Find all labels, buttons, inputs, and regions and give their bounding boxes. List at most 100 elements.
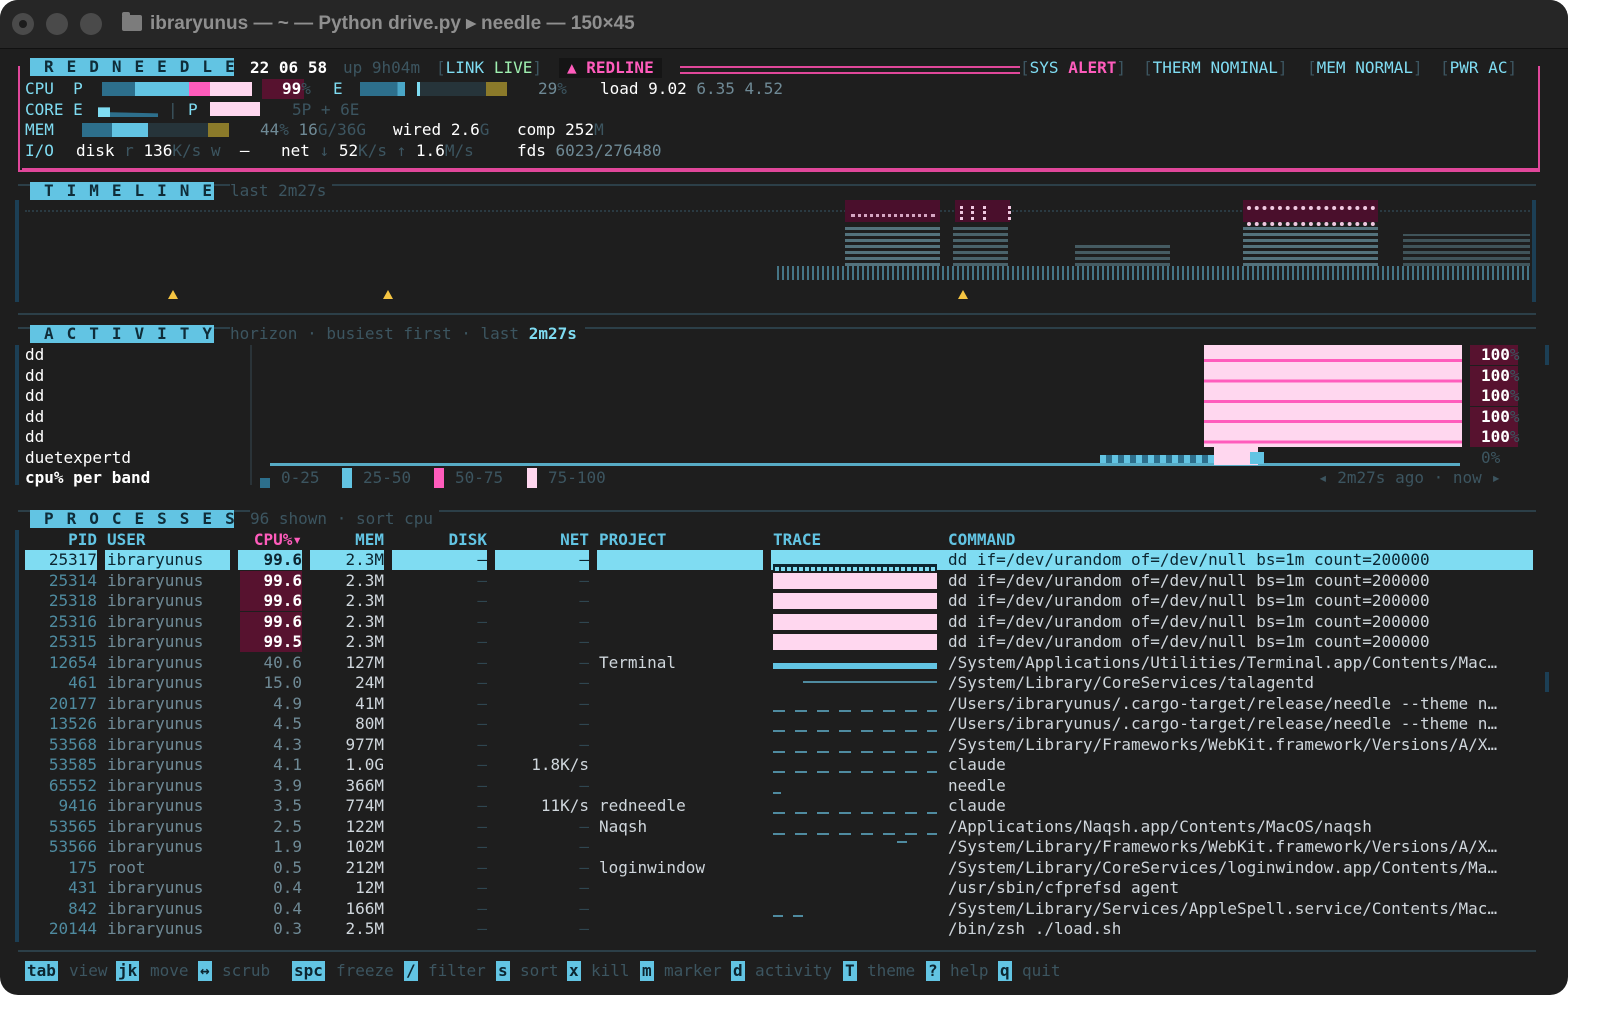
activity-horizon-peaks (1100, 455, 1220, 463)
activity-subtitle: horizon · busiest first · last 2m27s (230, 324, 585, 344)
cell-disk: – (477, 775, 487, 795)
key-0[interactable]: tab (25, 961, 58, 981)
cell-pid: 20177 (48, 693, 97, 713)
key-5[interactable]: s (496, 961, 510, 981)
cell-net: – (579, 898, 589, 918)
cell-disk: – (477, 550, 487, 569)
clock: 22 06 58 (250, 58, 328, 77)
column-header-pid[interactable]: PID (25, 530, 97, 551)
key-10[interactable]: ? (926, 961, 940, 981)
cell-mem: 127M (345, 652, 384, 672)
cell-command[interactable]: dd if=/dev/urandom of=/dev/null bs=1m co… (948, 632, 1533, 652)
cell-command[interactable]: dd if=/dev/urandom of=/dev/null bs=1m co… (948, 612, 1533, 632)
cell-pid: 25316 (48, 611, 97, 631)
cell-command[interactable]: /System/Library/Services/AppleSpell.serv… (948, 899, 1533, 919)
marker-icon (958, 290, 968, 299)
cell-pid: 53565 (48, 816, 97, 836)
activity-pct-value: 0 (1481, 447, 1491, 467)
activity-row-name[interactable]: dd (25, 366, 44, 386)
key-11[interactable]: q (998, 961, 1012, 981)
percent-sign: % (1509, 345, 1520, 364)
cell-project (599, 571, 763, 591)
cell-command[interactable]: /System/Library/Frameworks/WebKit.framew… (948, 735, 1533, 755)
key-label: scrub (222, 961, 271, 980)
percent-sign: % (1490, 447, 1501, 467)
key-1[interactable]: jk (116, 961, 140, 981)
cell-command[interactable]: /System/Library/CoreServices/loginwindow… (948, 858, 1533, 878)
cell-user: ibraryunus (107, 714, 204, 733)
column-header-disk[interactable]: DISK (394, 530, 487, 551)
cell-command[interactable]: claude (948, 796, 1533, 816)
cell-user: ibraryunus (107, 611, 204, 631)
cell-command[interactable]: claude (948, 755, 1533, 775)
cell-command[interactable]: dd if=/dev/urandom of=/dev/null bs=1m co… (948, 591, 1533, 611)
cell-cpu: 4.1 (273, 755, 302, 774)
key-label: activity (755, 961, 833, 980)
cell-disk: – (477, 714, 487, 733)
activity-row-name[interactable]: dd (25, 345, 44, 365)
key-8[interactable]: d (731, 961, 745, 981)
cell-command[interactable]: /Users/ibraryunus/.cargo-target/release/… (948, 714, 1533, 734)
cell-user: ibraryunus (107, 632, 204, 651)
column-header-command[interactable]: COMMAND (948, 530, 1533, 551)
cell-cpu: 4.5 (273, 714, 302, 733)
cell-mem: 977M (345, 734, 384, 754)
activity-row-name[interactable]: dd (25, 407, 44, 427)
key-2[interactable]: ↔ (198, 961, 212, 981)
cell-pid: 53568 (48, 734, 97, 754)
activity-row-pct: 100% (1481, 386, 1520, 406)
cell-command[interactable]: dd if=/dev/urandom of=/dev/null bs=1m co… (948, 571, 1533, 591)
cell-mem: 366M (345, 775, 384, 795)
cell-cpu: 40.6 (263, 652, 302, 672)
column-header-cpu[interactable]: CPU%▾ (240, 530, 302, 551)
cell-command[interactable]: /Users/ibraryunus/.cargo-target/release/… (948, 694, 1533, 714)
column-header-trace[interactable]: TRACE (773, 530, 937, 551)
redline-rule (680, 66, 1020, 74)
close-button[interactable] (12, 13, 34, 35)
key-4[interactable]: / (404, 961, 418, 981)
activity-row-name[interactable]: dd (25, 386, 44, 406)
cell-command[interactable]: /usr/sbin/cfprefsd agent (948, 878, 1533, 898)
cell-cpu: 4.9 (273, 693, 302, 713)
cell-command[interactable]: needle (948, 776, 1533, 796)
activity-row-name[interactable]: duetexpertd (25, 448, 131, 468)
cell-cpu: 99.6 (263, 591, 302, 610)
column-header-user[interactable]: USER (107, 530, 230, 551)
cell-command[interactable]: dd if=/dev/urandom of=/dev/null bs=1m co… (948, 550, 1533, 570)
cell-user: ibraryunus (107, 550, 204, 569)
cell-disk: – (477, 611, 487, 631)
cell-command[interactable]: /System/Library/Frameworks/WebKit.framew… (948, 837, 1533, 857)
cell-command[interactable]: /System/Library/CoreServices/talagentd (948, 673, 1533, 693)
key-7[interactable]: m (640, 961, 654, 981)
cell-disk: – (477, 591, 487, 610)
cell-command[interactable]: /System/Applications/Utilities/Terminal.… (948, 653, 1533, 673)
cell-command[interactable]: /Applications/Naqsh.app/Contents/MacOS/n… (948, 817, 1533, 837)
column-header-project[interactable]: PROJECT (599, 530, 763, 551)
cell-mem: 212M (345, 857, 384, 877)
cell-user: ibraryunus (107, 734, 204, 754)
cell-disk: – (477, 755, 487, 774)
cell-command[interactable]: /bin/zsh ./load.sh (948, 919, 1533, 939)
cell-cpu: 4.3 (273, 734, 302, 754)
activity-time-axis: ◂ 2m27s ago · now ▸ (1318, 468, 1502, 487)
activity-row-name[interactable]: dd (25, 427, 44, 447)
cell-net: – (579, 673, 589, 692)
key-3[interactable]: spc (292, 961, 325, 981)
cell-user: ibraryunus (107, 816, 204, 836)
trace-sparkline (773, 771, 937, 773)
cell-project: Terminal (599, 652, 677, 672)
cell-pid: 175 (68, 857, 97, 877)
cpu-p-bar (102, 82, 252, 96)
processes-scrollbar[interactable] (1545, 672, 1549, 692)
cell-mem: 774M (345, 796, 384, 815)
column-header-mem[interactable]: MEM (312, 530, 384, 551)
cell-net: – (579, 816, 589, 836)
cell-user: ibraryunus (107, 755, 204, 774)
activity-scrollbar[interactable] (1545, 345, 1549, 365)
mem-values: 44% 16G/36G (260, 120, 366, 139)
key-9[interactable]: T (843, 961, 857, 981)
zoom-button[interactable] (80, 13, 102, 35)
minimize-button[interactable] (46, 13, 68, 35)
column-header-net[interactable]: NET (497, 530, 589, 551)
key-6[interactable]: x (567, 961, 581, 981)
